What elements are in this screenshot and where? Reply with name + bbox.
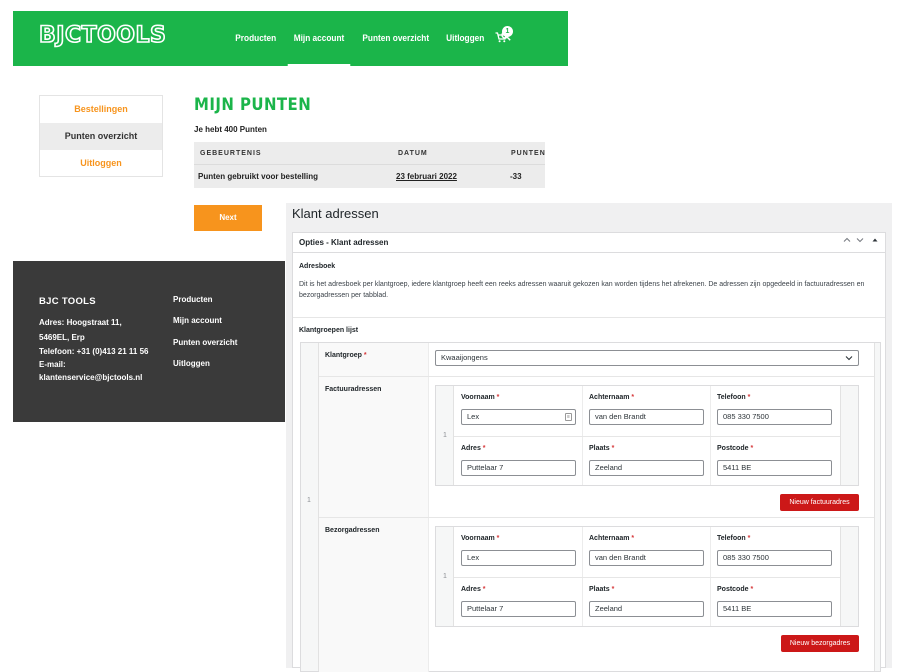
bezorg-repeater: 1 Voornaam * Achternaam * Telefoon * Lex…: [435, 526, 859, 627]
factuur-postcode-label: Postcode *: [717, 445, 754, 452]
page-title: MIJN PUNTEN: [194, 95, 312, 115]
bezorg-telefoon-input[interactable]: 085 330 7500: [717, 550, 832, 566]
factuur-row-actions[interactable]: [840, 386, 858, 485]
factuur-telefoon-input[interactable]: 085 330 7500: [717, 409, 832, 425]
postbox-header: Opties - Klant adressen: [293, 233, 885, 253]
bezorg-achternaam-label: Achternaam *: [589, 535, 635, 542]
footer-link-producten[interactable]: Producten: [173, 295, 213, 304]
factuur-adres-label: Adres *: [461, 445, 486, 452]
factuur-postcode-input[interactable]: 5411 BE: [717, 460, 832, 476]
nav-mijn-account[interactable]: Mijn account: [287, 11, 350, 66]
autofill-icon[interactable]: ≡: [565, 413, 572, 421]
factuur-repeater: 1 Voornaam * Achternaam * Telefoon * Lex…: [435, 385, 859, 486]
bezorg-row-index: 1: [443, 573, 447, 580]
options-postbox: Opties - Klant adressen Adresboek Dit is…: [292, 232, 886, 672]
section-divider: [293, 317, 885, 318]
col-gebeurtenis: GEBEURTENIS: [200, 150, 262, 157]
footer-link-uitloggen[interactable]: Uitloggen: [173, 359, 210, 368]
factuur-adres-input[interactable]: Puttelaar 7: [461, 460, 576, 476]
menu-punten-overzicht[interactable]: Punten overzicht: [40, 123, 162, 150]
bezorg-plaats-label: Plaats *: [589, 586, 615, 593]
inner-divider: [454, 577, 840, 578]
footer-email[interactable]: klantenservice@bjctools.nl: [39, 373, 142, 382]
factuur-telefoon-label: Telefoon *: [717, 394, 751, 401]
chevron-down-icon: [845, 351, 853, 371]
bezorg-postcode-input[interactable]: 5411 BE: [717, 601, 832, 617]
factuur-plaats-label: Plaats *: [589, 445, 615, 452]
bezorg-telefoon-label: Telefoon *: [717, 535, 751, 542]
bezorg-row-handle[interactable]: 1: [436, 527, 454, 626]
factuuradressen-label: Factuuradressen: [325, 386, 382, 393]
add-bezorgadres-button[interactable]: Nieuw bezorgadres: [781, 635, 859, 652]
account-menu: Bestellingen Punten overzicht Uitloggen: [39, 95, 163, 177]
footer-address-1: Adres: Hoogstraat 11,: [39, 318, 122, 327]
points-balance: Je hebt 400 Punten: [194, 125, 267, 134]
footer-address-2: 5469EL, Erp: [39, 333, 85, 342]
col-punten: PUNTEN: [511, 150, 546, 157]
row-handle[interactable]: 1: [301, 343, 319, 671]
footer-title: BJC TOOLS: [39, 296, 96, 307]
col-datum: DATUM: [398, 150, 428, 157]
bezorg-label-cell: Bezorgadressen: [319, 518, 429, 672]
factuur-row-handle[interactable]: 1: [436, 386, 454, 485]
add-factuuradres-button[interactable]: Nieuw factuuradres: [780, 494, 859, 511]
row-date[interactable]: 23 februari 2022: [396, 172, 457, 181]
menu-uitloggen[interactable]: Uitloggen: [40, 150, 162, 177]
cart-count-badge: 1: [502, 26, 513, 37]
table-divider: [194, 164, 545, 165]
nav-punten-overzicht[interactable]: Punten overzicht: [356, 11, 435, 66]
main-nav: Producten Mijn account Punten overzicht …: [227, 11, 519, 66]
postbox-title: Opties - Klant adressen: [299, 238, 389, 247]
klantgroep-label: Klantgroep *: [325, 352, 367, 359]
factuur-row-index: 1: [443, 432, 447, 439]
menu-bestellingen[interactable]: Bestellingen: [40, 96, 162, 123]
bezorg-plaats-input[interactable]: Zeeland: [589, 601, 704, 617]
bezorgadressen-label: Bezorgadressen: [325, 527, 380, 534]
section-description: Dit is het adresboek per klantgroep, ied…: [299, 281, 865, 299]
collapse-toggle-icon[interactable]: [872, 236, 878, 246]
admin-panel: Klant adressen Opties - Klant adressen A…: [286, 203, 892, 672]
nav-producten[interactable]: Producten: [229, 11, 282, 66]
factuur-achternaam-label: Achternaam *: [589, 394, 635, 401]
klantgroep-label-cell: Klantgroep *: [319, 343, 429, 376]
bezorg-adres-label: Adres *: [461, 586, 486, 593]
row-event: Punten gebruikt voor bestelling: [198, 172, 319, 181]
klantgroepen-repeater: 1 Klantgroep * Kwaaijongens Factuuradres…: [300, 342, 881, 672]
site-footer: BJC TOOLS Adres: Hoogstraat 11, 5469EL, …: [13, 261, 285, 422]
bezorg-adres-input[interactable]: Puttelaar 7: [461, 601, 576, 617]
row-actions[interactable]: [874, 343, 880, 671]
next-button[interactable]: Next: [194, 205, 262, 231]
footer-link-mijn-account[interactable]: Mijn account: [173, 316, 222, 325]
bezorg-postcode-label: Postcode *: [717, 586, 754, 593]
bezorg-row-actions[interactable]: [840, 527, 858, 626]
factuur-plaats-input[interactable]: Zeeland: [589, 460, 704, 476]
bezorg-voornaam-label: Voornaam *: [461, 535, 500, 542]
move-up-icon[interactable]: [843, 236, 851, 246]
site-logo[interactable]: BJCTOOLS: [38, 22, 166, 49]
footer-email-label: E-mail:: [39, 360, 66, 369]
footer-phone: Telefoon: +31 (0)413 21 11 56: [39, 347, 149, 356]
klantgroepen-list-label: Klantgroepen lijst: [299, 327, 359, 334]
points-table: GEBEURTENIS DATUM PUNTEN Punten gebruikt…: [194, 142, 545, 188]
factuur-achternaam-input[interactable]: van den Brandt: [589, 409, 704, 425]
factuur-voornaam-label: Voornaam *: [461, 394, 500, 401]
row-index: 1: [307, 497, 311, 504]
factuur-voornaam-input[interactable]: Lex ≡: [461, 409, 576, 425]
footer-link-punten-overzicht[interactable]: Punten overzicht: [173, 338, 237, 347]
bezorg-achternaam-input[interactable]: van den Brandt: [589, 550, 704, 566]
klantgroep-select[interactable]: Kwaaijongens: [435, 350, 859, 366]
nav-uitloggen[interactable]: Uitloggen: [440, 11, 490, 66]
factuur-label-cell: Factuuradressen: [319, 377, 429, 517]
site-header: BJCTOOLS Producten Mijn account Punten o…: [13, 11, 568, 66]
inner-divider: [454, 436, 840, 437]
move-down-icon[interactable]: [856, 236, 864, 246]
section-adresboek: Adresboek: [299, 263, 336, 270]
row-points: -33: [510, 172, 522, 181]
admin-page-title: Klant adressen: [292, 206, 379, 221]
bezorg-voornaam-input[interactable]: Lex: [461, 550, 576, 566]
